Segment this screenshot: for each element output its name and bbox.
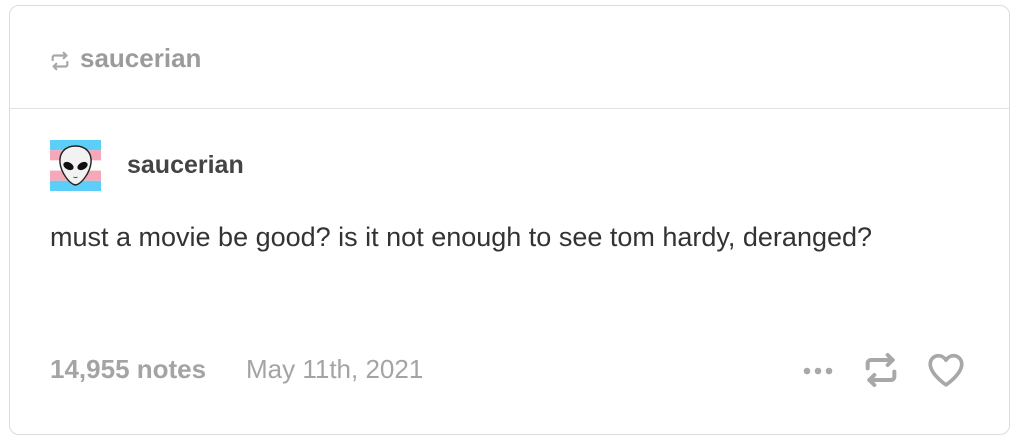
more-options-button[interactable]: [798, 356, 838, 386]
reblog-username-link[interactable]: saucerian: [80, 39, 201, 77]
avatar[interactable]: [50, 140, 101, 191]
heart-icon: [928, 353, 964, 387]
like-button[interactable]: [925, 349, 967, 391]
post-card: saucerian saucerian must a movie be good…: [9, 5, 1010, 435]
post-body-text: must a movie be good? is it not enough t…: [50, 222, 873, 252]
reblog-icon: [865, 353, 897, 387]
reblog-button[interactable]: [861, 350, 901, 390]
notes-count-link[interactable]: 14,955 notes: [50, 349, 206, 389]
alien-avatar-icon: [50, 140, 101, 191]
reblog-small-icon: [51, 51, 69, 71]
reblog-header: saucerian: [10, 6, 1009, 109]
more-options-icon: [803, 367, 833, 375]
post-author-link[interactable]: saucerian: [127, 148, 244, 182]
post-date-link[interactable]: May 11th, 2021: [246, 349, 423, 389]
